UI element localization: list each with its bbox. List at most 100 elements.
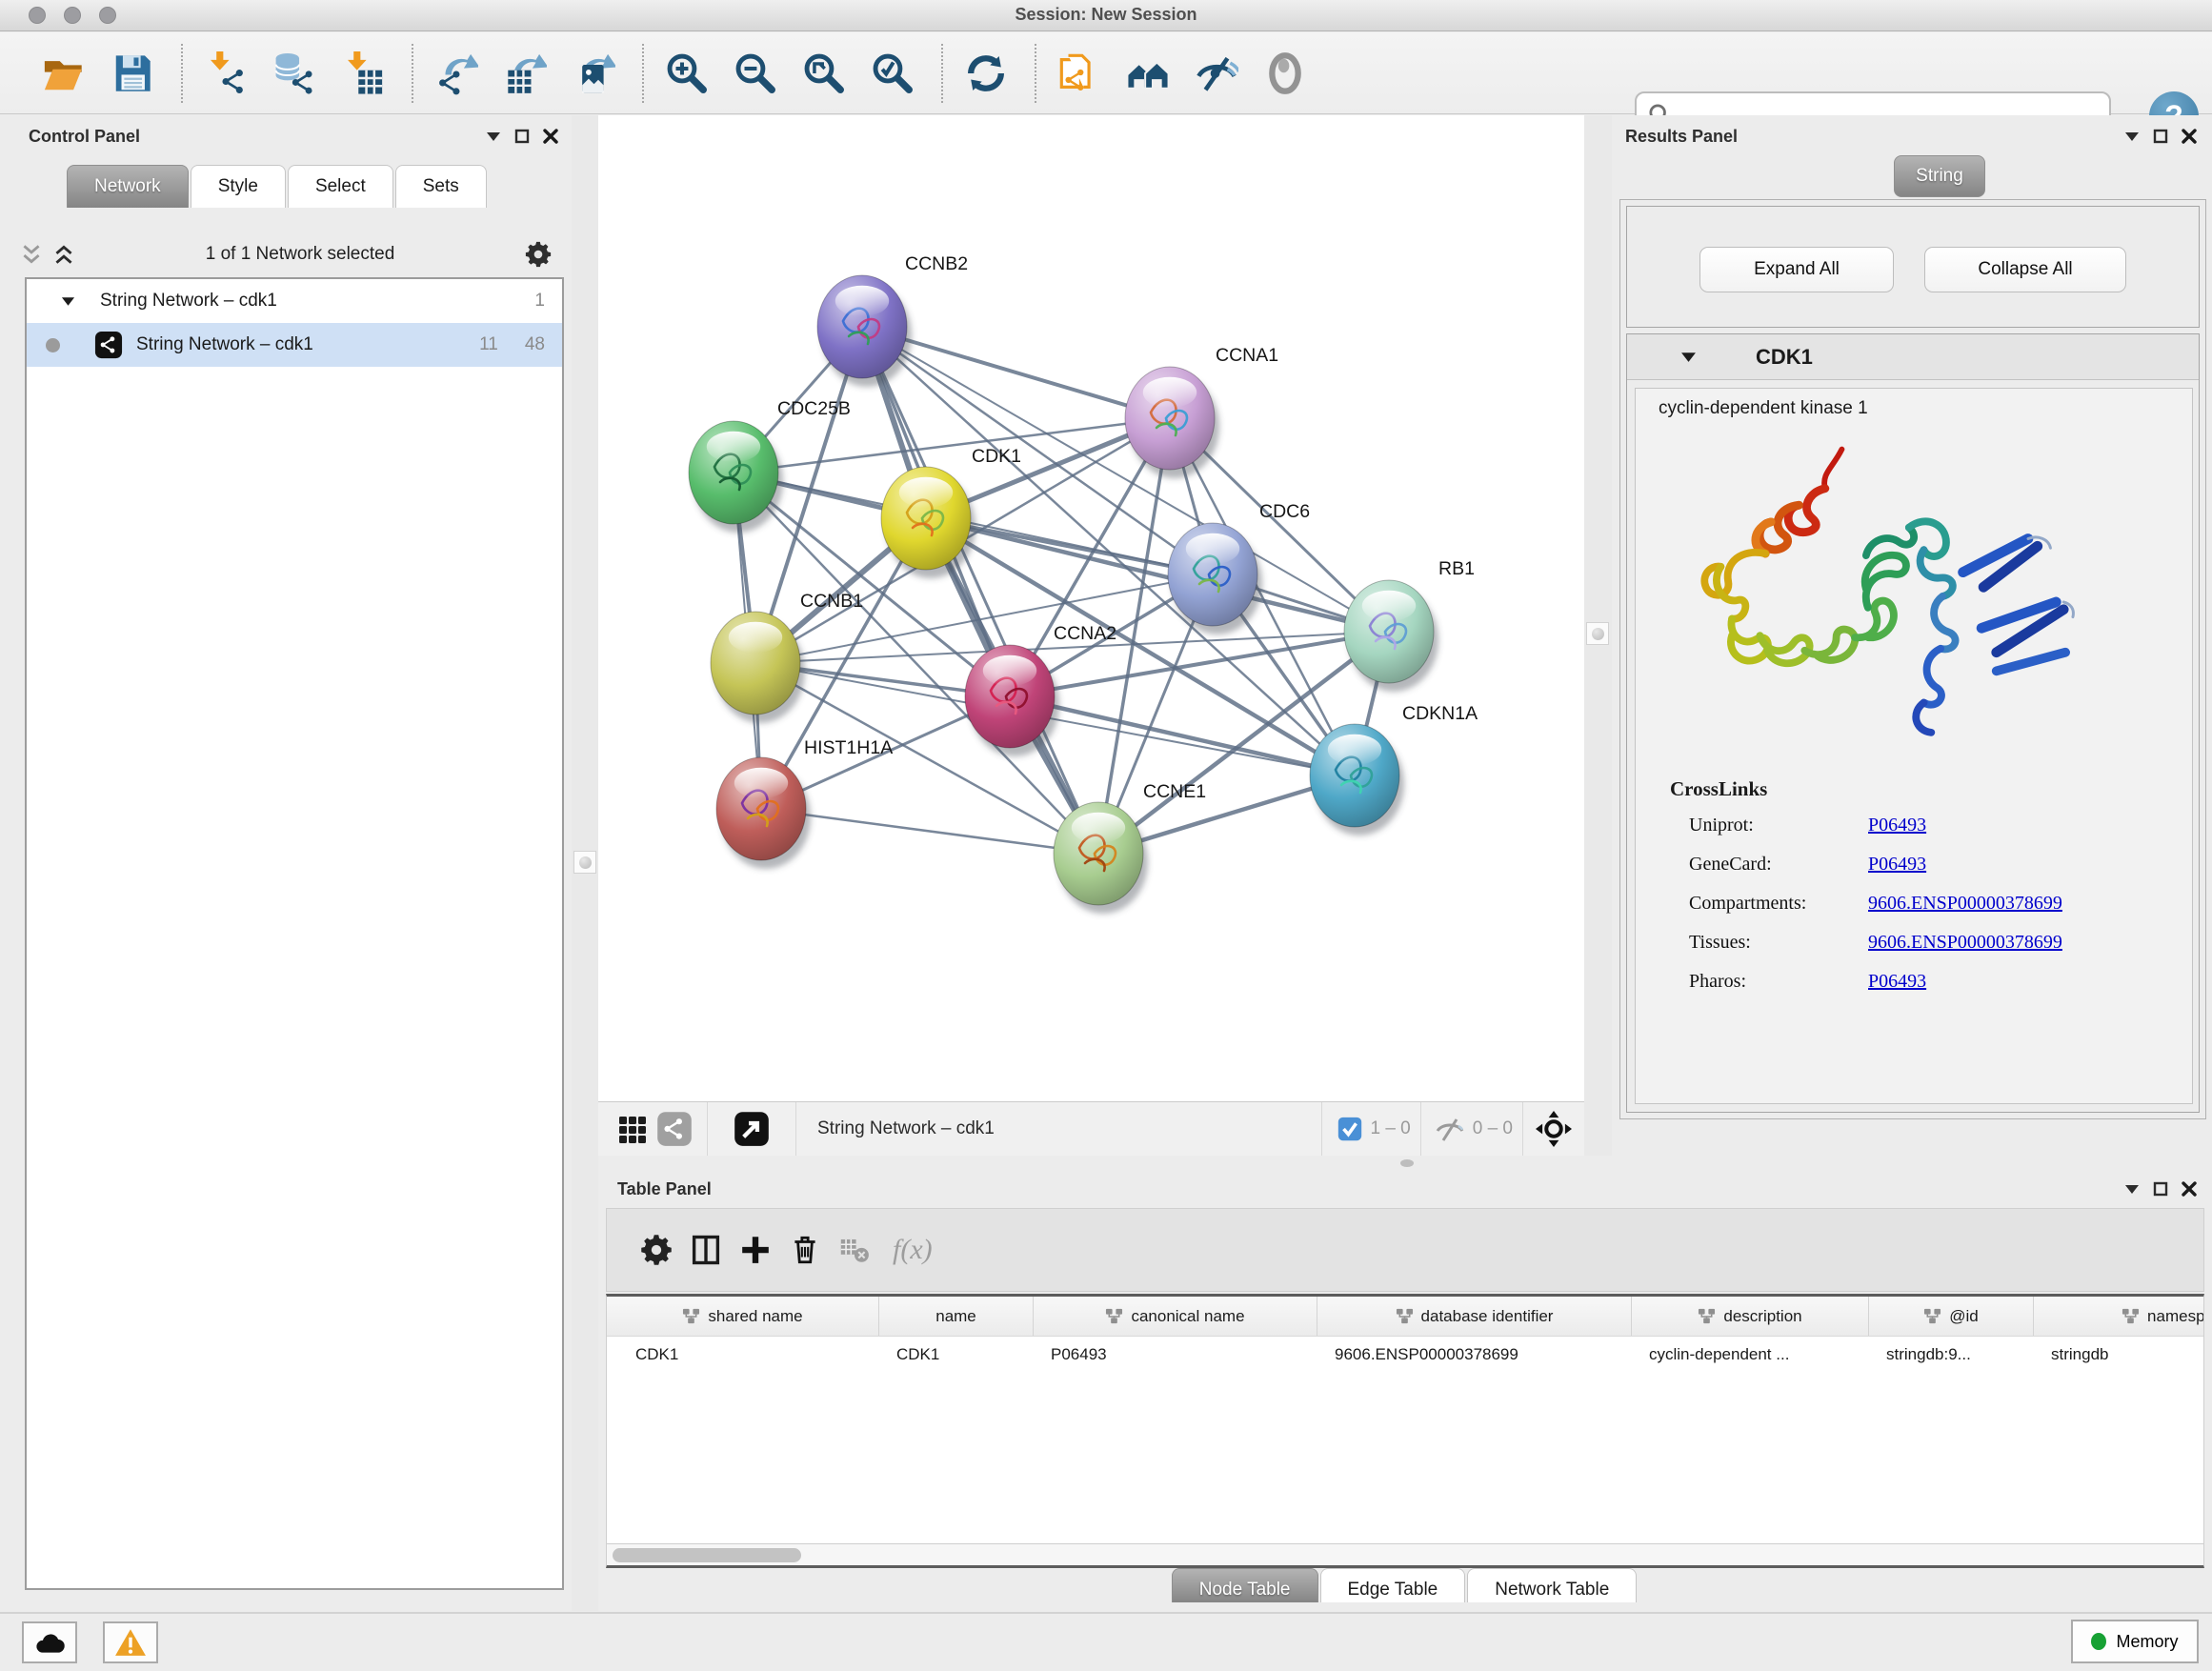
table-panel-tabs: Node TableEdge TableNetwork Table (598, 1555, 2212, 1602)
tab-node-table[interactable]: Node Table (1172, 1568, 1318, 1602)
new-network-from-selection-button[interactable] (1052, 43, 1107, 104)
import-network-database-button[interactable] (267, 43, 322, 104)
network-type-icon (94, 331, 123, 359)
panel-menu-icon[interactable] (2124, 1183, 2140, 1195)
refresh-view-button[interactable] (958, 43, 1014, 104)
node-gloss (734, 768, 788, 798)
column-header-id[interactable]: @id (1869, 1297, 2034, 1336)
column-header-shared-name[interactable]: shared name (607, 1297, 879, 1336)
zoom-selected-icon (871, 51, 915, 95)
import-table-file-button[interactable] (335, 43, 391, 104)
collection-expand-icon[interactable] (61, 295, 75, 307)
crosslink-link[interactable]: P06493 (1868, 854, 1926, 876)
crosslink-link[interactable]: 9606.ENSP00000378699 (1868, 932, 2062, 954)
tab-edge-table[interactable]: Edge Table (1320, 1568, 1466, 1602)
expand-all-icon[interactable] (51, 242, 76, 267)
export-table-button[interactable] (497, 43, 553, 104)
save-session-button[interactable] (105, 43, 160, 104)
left-divider-handle[interactable] (573, 851, 596, 874)
node-table: shared namenamecanonical namedatabase id… (606, 1294, 2204, 1543)
collapse-all-button[interactable]: Collapse All (1924, 247, 2126, 292)
show-all-button[interactable] (1257, 43, 1313, 104)
warnings-button[interactable] (103, 1621, 158, 1663)
node-entry-header[interactable]: CDK1 (1627, 334, 2199, 380)
tab-string[interactable]: String (1894, 155, 1985, 197)
zoom-out-button[interactable] (728, 43, 783, 104)
float-panel-icon[interactable] (2153, 1181, 2168, 1197)
collapse-all-icon[interactable] (19, 242, 44, 267)
birds-eye-pan-icon[interactable] (1533, 1108, 1575, 1150)
show-columns-icon[interactable] (681, 1225, 731, 1275)
crosslink-link[interactable]: P06493 (1868, 971, 1926, 993)
network-edge-CCNA2-CDKN1A[interactable] (1010, 696, 1355, 775)
open-session-button[interactable] (36, 43, 91, 104)
node-label-CDC25B: CDC25B (777, 398, 851, 419)
control-panel-title: Control Panel (29, 127, 140, 147)
crosslink-link[interactable]: P06493 (1868, 815, 1926, 836)
close-panel-icon[interactable] (543, 129, 558, 144)
zoom-fit-content-button[interactable] (796, 43, 852, 104)
entry-collapse-icon[interactable] (1680, 351, 1697, 363)
float-panel-icon[interactable] (514, 129, 530, 144)
node-gloss (707, 432, 760, 462)
tab-select[interactable]: Select (288, 165, 393, 208)
table-options-gear-icon[interactable] (632, 1225, 681, 1275)
table-panel-title: Table Panel (617, 1179, 712, 1199)
grid-view-icon[interactable] (612, 1108, 654, 1150)
zoom-selected-button[interactable] (865, 43, 920, 104)
tab-style[interactable]: Style (191, 165, 286, 208)
column-header-database-identifier[interactable]: database identifier (1317, 1297, 1632, 1336)
splitter-handle[interactable] (1400, 1159, 1414, 1167)
create-column-icon[interactable] (731, 1225, 780, 1275)
column-header-namespace[interactable]: namespace (2034, 1297, 2204, 1336)
node-gloss (1072, 813, 1125, 843)
panel-menu-icon[interactable] (486, 131, 501, 142)
network-graph[interactable]: CCNB2CCNA1CDC25BCDK1CDC6RB1CCNB1CCNA2CDK… (598, 115, 1584, 1101)
export-image-button[interactable] (566, 43, 621, 104)
first-neighbors-button[interactable] (1120, 43, 1176, 104)
tab-network-table[interactable]: Network Table (1467, 1568, 1637, 1602)
cloud-status-button[interactable] (22, 1621, 77, 1663)
detach-view-icon[interactable] (731, 1108, 773, 1150)
crosslink-link[interactable]: 9606.ENSP00000378699 (1868, 893, 2062, 915)
panel-menu-icon[interactable] (2124, 131, 2140, 142)
column-header-name[interactable]: name (879, 1297, 1034, 1336)
right-panel-divider[interactable] (1584, 115, 1612, 1156)
column-header-canonical-name[interactable]: canonical name (1034, 1297, 1317, 1336)
hide-selected-button[interactable] (1189, 43, 1244, 104)
crosslink-label: Compartments: (1689, 893, 1868, 915)
import-network-file-button[interactable] (198, 43, 253, 104)
network-row-selected[interactable]: String Network – cdk1 11 48 (27, 323, 562, 367)
network-options-gear-icon[interactable] (524, 240, 553, 269)
table-panel-splitter[interactable] (598, 1156, 2212, 1170)
toolbar-separator (941, 44, 943, 103)
network-collection-row[interactable]: String Network – cdk1 1 (27, 279, 562, 323)
network-view-icon[interactable] (654, 1108, 695, 1150)
column-header-description[interactable]: description (1632, 1297, 1869, 1336)
zoom-in-button[interactable] (659, 43, 714, 104)
export-network-button[interactable] (429, 43, 484, 104)
float-panel-icon[interactable] (2153, 129, 2168, 144)
network-edge-CCNB2-CCNE1[interactable] (862, 327, 1098, 854)
tab-sets[interactable]: Sets (395, 165, 487, 208)
results-panel-title: Results Panel (1625, 127, 1738, 147)
import-network-file-icon (204, 51, 248, 95)
memory-button[interactable]: Memory (2071, 1620, 2199, 1663)
network-edge-HIST1H1A-CCNE1[interactable] (761, 809, 1098, 854)
export-network-icon (434, 51, 478, 95)
network-view-canvas[interactable]: CCNB2CCNA1CDC25BCDK1CDC6RB1CCNB1CCNA2CDK… (598, 115, 1584, 1156)
right-divider-handle[interactable] (1586, 622, 1609, 645)
expand-all-button[interactable]: Expand All (1699, 247, 1894, 292)
tab-network[interactable]: Network (67, 165, 189, 208)
close-panel-icon[interactable] (2182, 129, 2197, 144)
crosslink-row: Compartments: 9606.ENSP00000378699 (1689, 893, 2192, 915)
node-label-CCNE1: CCNE1 (1143, 781, 1206, 802)
close-panel-icon[interactable] (2182, 1181, 2197, 1197)
table-row[interactable]: CDK1CDK1P064939606.ENSP00000378699cyclin… (607, 1337, 2203, 1375)
show-all-icon (1263, 51, 1307, 95)
delete-column-icon[interactable] (780, 1225, 830, 1275)
column-namespace-icon (682, 1307, 700, 1325)
left-panel-divider[interactable] (572, 115, 598, 1611)
export-image-icon (572, 51, 615, 95)
cloud-icon (33, 1628, 66, 1657)
